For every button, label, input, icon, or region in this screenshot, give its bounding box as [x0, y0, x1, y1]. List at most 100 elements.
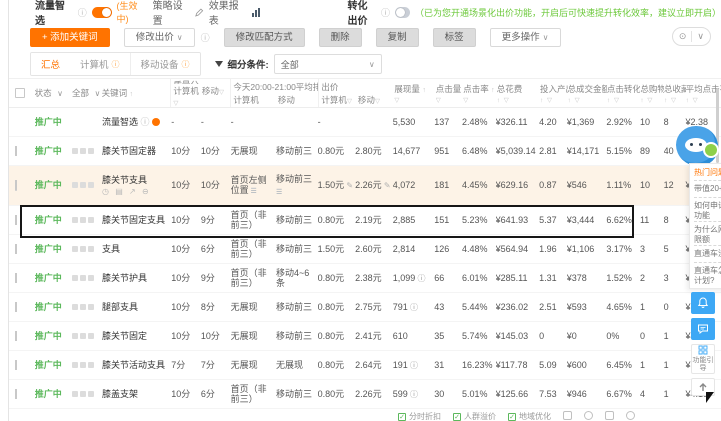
table-row: 推广中 膝关节活动支具 7分 7分 无展现 无展现 0.80元 2.64元 191 ⓘ 31 16.… [9, 351, 721, 380]
row-checkbox[interactable] [15, 301, 17, 313]
row-mini-icon[interactable] [80, 303, 87, 310]
row-mini-icon[interactable] [88, 332, 95, 339]
cell-cvr: 1.52% [606, 272, 632, 283]
header-carts[interactable]: 总购物车数↑ ▽ [640, 79, 664, 107]
row-mini-icon[interactable] [72, 182, 79, 189]
row-checkbox[interactable] [15, 145, 17, 157]
row-mini-icon[interactable] [88, 303, 95, 310]
delete-button[interactable]: 删除 [318, 27, 362, 47]
strategy-settings-link[interactable]: 策略设置 [153, 0, 191, 27]
row-mini-icon[interactable] [80, 390, 87, 397]
faq-link[interactable]: 直通车没…广 [694, 245, 721, 262]
rank-settings-icon[interactable]: ☰ [276, 189, 282, 196]
tag-button[interactable]: 标签 [432, 27, 476, 47]
header-all[interactable]: 全部 ∨ [72, 79, 102, 107]
tab-移动设备[interactable]: 移动设备 ⓘ [130, 53, 200, 75]
add-keyword-button[interactable]: + 添加关键词 [30, 27, 110, 47]
header-gmv[interactable]: 总成交金额 ↑ ▽ [568, 79, 607, 107]
row-mini-icon[interactable] [88, 274, 95, 281]
faq-link[interactable]: 为什么刚…过日限额 [694, 221, 721, 245]
row-checkbox[interactable] [15, 359, 17, 371]
smart-bid-hint: （已为您开通场景化出价功能，开启后可快速提升转化效率，建议立即开启） [414, 7, 721, 18]
chat-button[interactable] [691, 318, 715, 340]
edit-bid-icon[interactable]: ✎ [344, 181, 353, 190]
row-mini-icon[interactable] [72, 332, 79, 339]
tab-计算机[interactable]: 计算机 ⓘ [70, 53, 131, 75]
table-settings-control[interactable]: ⊙ ∨ [671, 27, 711, 46]
row-mini-icon[interactable] [88, 390, 95, 397]
header-impressions[interactable]: 展现量 ↑ ▽ [394, 79, 435, 107]
filter-funnel-icon [214, 61, 223, 67]
faq-link[interactable]: 如何申请…图片功能 [694, 197, 721, 221]
cell-roi: 2.81 [539, 145, 557, 156]
row-checkbox[interactable] [15, 330, 17, 342]
row-checkbox[interactable] [15, 214, 17, 226]
more-actions-dropdown[interactable]: 更多操作 ∨ [489, 27, 561, 47]
row-mini-icon[interactable] [72, 390, 79, 397]
header-cost[interactable]: 总花费 ↑ ▽ [497, 79, 540, 107]
edit-bid-icon[interactable]: ✎ [382, 181, 391, 190]
row-mini-icon[interactable] [80, 147, 87, 154]
row-mini-icon[interactable] [72, 147, 79, 154]
notification-bell-button[interactable] [691, 292, 715, 314]
traffic-smart-toggle[interactable] [91, 6, 112, 18]
row-mini-icon[interactable] [72, 361, 79, 368]
smart-bid-toggle[interactable] [395, 6, 410, 18]
header-status[interactable]: 状态 ∨ [35, 79, 72, 107]
report-link[interactable]: 效果报表 [209, 0, 247, 27]
keyword-action-icons[interactable]: ◷ ▤ ↗ ⊖ [102, 187, 169, 196]
header-roi[interactable]: 投入产出比↑ ▽ [540, 79, 568, 107]
row-mini-icon[interactable] [88, 245, 95, 252]
cell-ctr: 6.48% [461, 145, 488, 156]
status-badge: 推广中 [34, 145, 62, 156]
row-mini-icon[interactable] [80, 245, 87, 252]
row-checkbox[interactable] [15, 180, 17, 191]
row-mini-icon[interactable] [80, 361, 87, 368]
row-mini-icon[interactable] [88, 361, 95, 368]
row-checkbox-cell [15, 180, 35, 191]
row-mini-icon[interactable] [72, 245, 79, 252]
row-mini-icon[interactable] [72, 274, 79, 281]
chevron-down-icon: ∨ [542, 32, 549, 42]
legend-toggle[interactable]: ✓ 地域优化 [508, 411, 551, 421]
modify-bid-dropdown[interactable]: 修改出价 ∨ [123, 27, 195, 47]
tab-汇总[interactable]: 汇总 [30, 53, 72, 75]
faq-link[interactable]: 直通车怎么…广计划? [694, 262, 721, 286]
header-favs[interactable]: 总收藏数↑ ▽ [664, 79, 686, 107]
legend-toggle[interactable]: ✓ 分时折扣 [398, 411, 441, 421]
keyword-label: 腿部支具 [102, 301, 139, 312]
condition-select[interactable]: 全部 ∨ [273, 54, 382, 74]
faq-link[interactable]: 带值20+… [694, 180, 721, 197]
row-checkbox[interactable] [15, 243, 17, 255]
header-cvr[interactable]: 点击转化率↑ ▽ [607, 79, 640, 107]
row-checkbox[interactable] [15, 388, 17, 400]
row-mini-icon[interactable] [80, 216, 87, 223]
header-clicks[interactable]: 点击量 ↓▽ [436, 79, 464, 107]
status-cell: 推广中 [35, 117, 73, 127]
row-mini-icon[interactable] [72, 216, 79, 223]
assistant-badge[interactable] [703, 142, 719, 158]
select-all-checkbox[interactable] [15, 88, 25, 98]
top-bar: 流量智选 ⓘ (生效中) 策略设置 效果报表 转化出价 ⓘ （已为您开通场景化出… [9, 0, 721, 27]
copy-button[interactable]: 复制 [375, 27, 419, 47]
row-mini-icon[interactable] [80, 332, 87, 339]
cell-bid-pc: 0.80元 [317, 214, 345, 225]
cell-bid-pc: 0.80元 [317, 145, 345, 156]
cell-cost: ¥564.94 [495, 243, 529, 254]
row-mini-icon[interactable] [88, 182, 95, 189]
keyword-cell: 腿部支具 [102, 302, 171, 312]
row-mini-icon[interactable] [80, 182, 87, 189]
status-cell: 推广中 [35, 302, 73, 312]
rank-settings-icon[interactable]: ☰ [249, 188, 257, 195]
row-checkbox[interactable] [15, 272, 17, 284]
cell-bid-pc: 1.50元 ✎ [317, 180, 354, 191]
row-mini-icon[interactable] [88, 147, 95, 154]
modify-match-button[interactable]: 修改匹配方式 [223, 27, 305, 47]
row-mini-icon[interactable] [72, 303, 79, 310]
row-mini-icon[interactable] [80, 274, 87, 281]
header-keyword[interactable]: 关键词 ↑ [102, 79, 171, 107]
header-ctr[interactable]: 点击率 ↑ ▽ [463, 79, 496, 107]
legend-toggle[interactable]: ✓ 人群溢价 [453, 411, 496, 421]
feature-guide-button[interactable]: 功能引导 [691, 344, 715, 374]
row-mini-icon[interactable] [88, 216, 95, 223]
